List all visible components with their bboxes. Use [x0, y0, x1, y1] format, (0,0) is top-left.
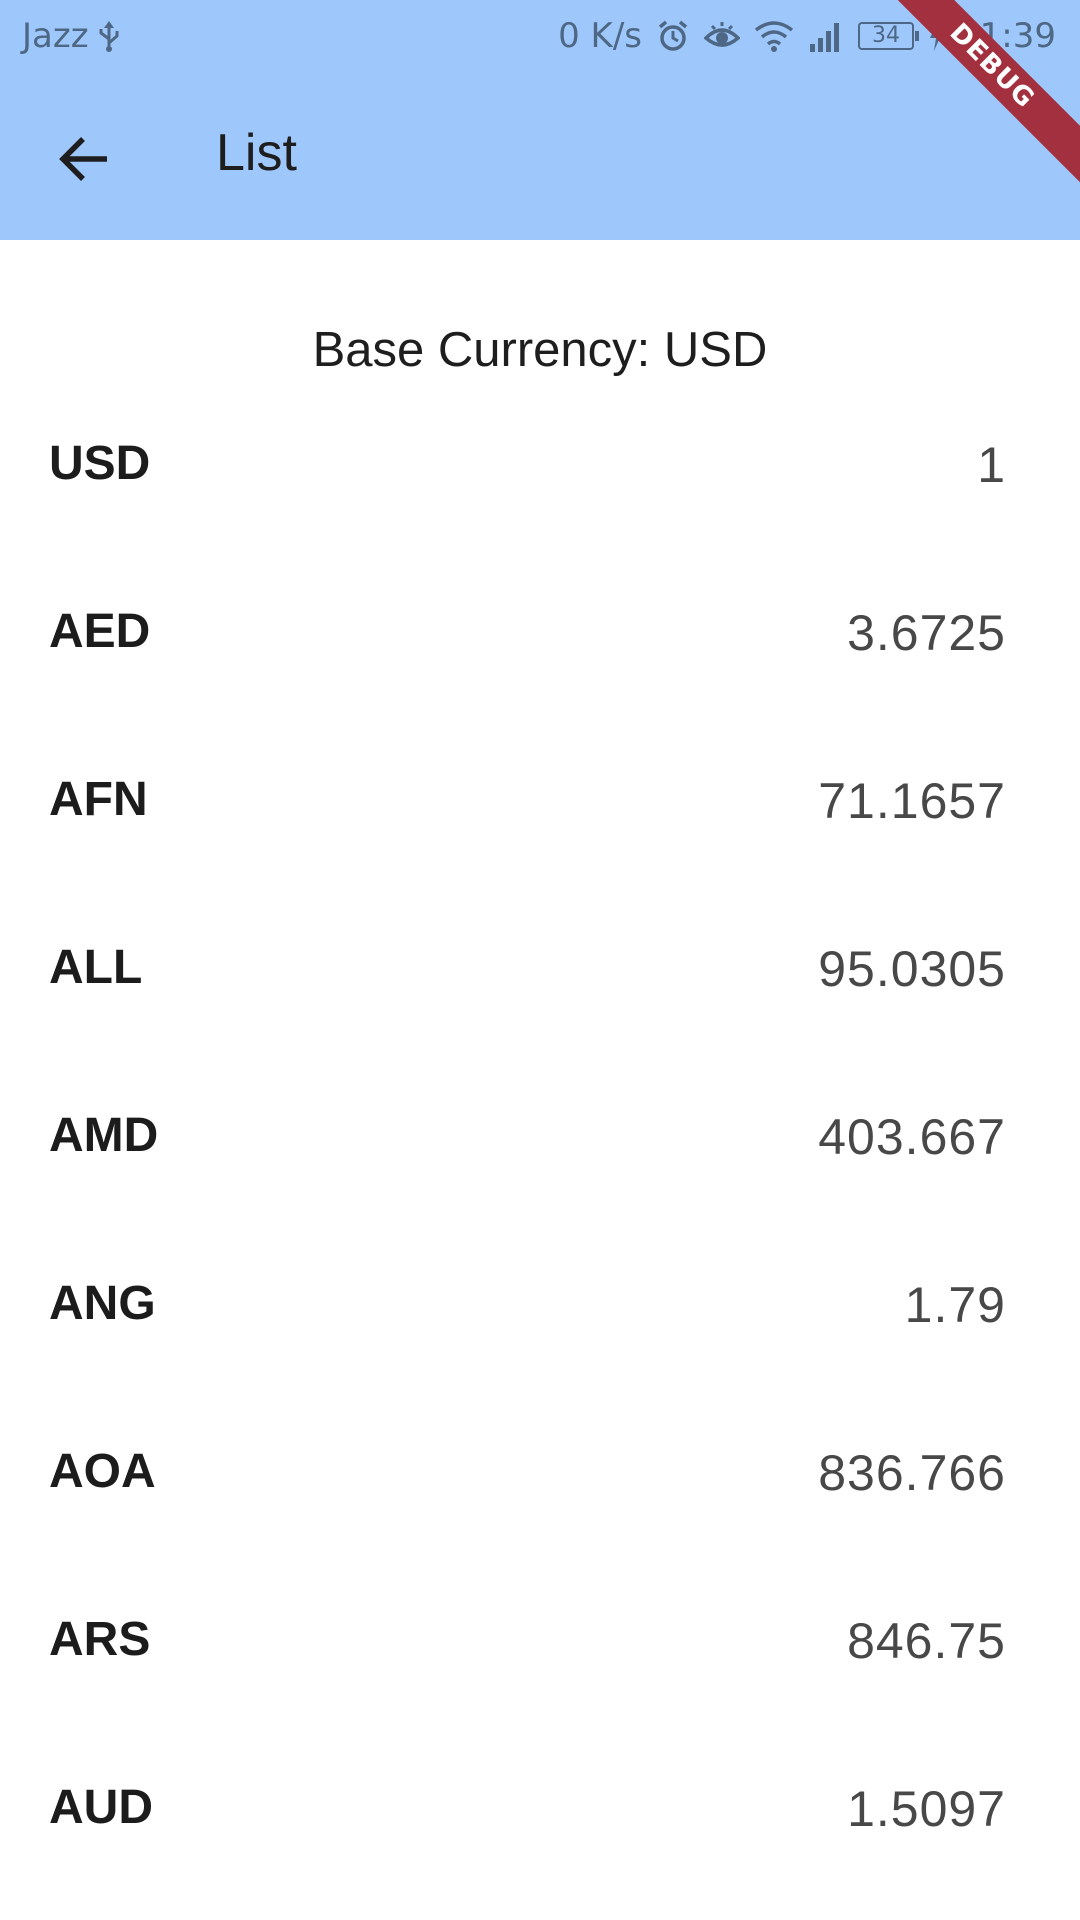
- rate-list: USD 1 AED 3.6725 AFN 71.1657 ALL 95.0305…: [0, 380, 1080, 1892]
- list-item[interactable]: AFN 71.1657: [0, 716, 1080, 884]
- signal-icon: [808, 20, 844, 52]
- currency-rate: 1: [977, 437, 1006, 493]
- currency-code: ARS: [49, 1613, 151, 1666]
- list-item[interactable]: AED 3.6725: [0, 548, 1080, 716]
- currency-code: AED: [49, 605, 151, 658]
- list-item[interactable]: ALL 95.0305: [0, 884, 1080, 1052]
- currency-code: USD: [49, 437, 151, 490]
- toolbar: List: [0, 75, 1080, 240]
- eye-icon: [704, 20, 741, 52]
- list-item[interactable]: ARS 846.75: [0, 1556, 1080, 1724]
- currency-rate: 846.75: [847, 1613, 1006, 1669]
- currency-code: AUD: [49, 1781, 153, 1834]
- usb-icon: [97, 19, 121, 53]
- list-item[interactable]: AUD 1.5097: [0, 1724, 1080, 1892]
- page-title: List: [216, 124, 297, 182]
- battery-icon: 34: [858, 22, 920, 50]
- currency-rate: 3.6725: [847, 605, 1006, 661]
- arrow-back-icon: [57, 135, 111, 188]
- currency-rate: 836.766: [818, 1445, 1006, 1501]
- currency-code: ALL: [49, 941, 143, 994]
- wifi-icon: [754, 20, 794, 52]
- list-item[interactable]: AMD 403.667: [0, 1052, 1080, 1220]
- currency-code: ANG: [49, 1277, 156, 1330]
- currency-code: AFN: [49, 773, 148, 826]
- main-content: Base Currency: USD USD 1 AED 3.6725 AFN …: [0, 240, 1080, 1920]
- currency-rate: 95.0305: [818, 941, 1006, 997]
- currency-rate: 1.5097: [847, 1781, 1006, 1837]
- list-item[interactable]: USD 1: [0, 380, 1080, 548]
- app-bar: Jazz 0 K/s 34 11:39 List DEBUG: [0, 0, 1080, 240]
- currency-code: AOA: [49, 1445, 156, 1498]
- base-currency-label: Base Currency: USD: [312, 323, 768, 377]
- currency-code: AMD: [49, 1109, 159, 1162]
- currency-rate: 1.79: [904, 1277, 1006, 1333]
- network-speed: 0 K/s: [558, 16, 643, 56]
- status-bar-left: Jazz: [22, 16, 121, 56]
- back-button[interactable]: [36, 113, 132, 209]
- alarm-icon: [656, 19, 690, 53]
- list-item[interactable]: ANG 1.79: [0, 1220, 1080, 1388]
- carrier-name: Jazz: [22, 16, 89, 56]
- list-item[interactable]: AOA 836.766: [0, 1388, 1080, 1556]
- currency-rate: 403.667: [818, 1109, 1006, 1165]
- currency-rate: 71.1657: [818, 773, 1006, 829]
